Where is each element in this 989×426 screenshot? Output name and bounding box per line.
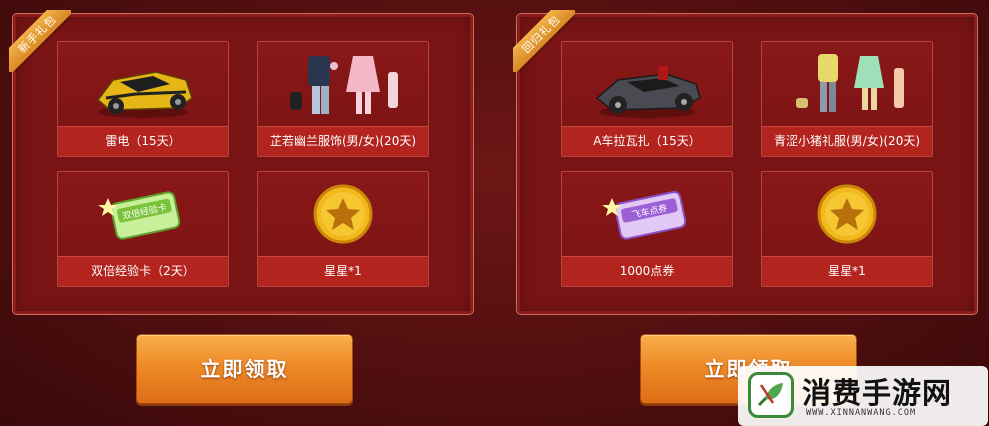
gold-star-coin-icon <box>817 184 877 244</box>
reward-card-leidian[interactable]: 雷电（15天） <box>57 41 229 157</box>
reward-card-outfit[interactable]: 芷若幽兰服饰(男/女)(20天) <box>257 41 429 157</box>
reward-label: 芷若幽兰服饰(男/女)(20天) <box>258 126 428 156</box>
reward-card-star[interactable]: 星星*1 <box>761 171 933 287</box>
yellow-race-car-icon <box>96 71 193 118</box>
reward-card-coupon[interactable]: 飞车点券 1000点券 <box>561 171 733 287</box>
black-race-car-icon <box>595 66 701 118</box>
double-exp-card-icon: 双倍经验卡 <box>98 191 181 240</box>
watermark-url: WWW.XINNANWANG.COM <box>806 408 917 418</box>
reward-label: 星星*1 <box>258 256 428 286</box>
pig-outfit-set-icon <box>796 54 904 112</box>
reward-label: 青涩小猪礼服(男/女)(20天) <box>762 126 932 156</box>
gold-star-coin-icon <box>313 184 373 244</box>
reward-label: A车拉瓦扎（15天） <box>562 126 732 156</box>
reward-card-pig-outfit[interactable]: 青涩小猪礼服(男/女)(20天) <box>761 41 933 157</box>
reward-label: 双倍经验卡（2天） <box>58 256 228 286</box>
site-watermark: 消费手游网 WWW.XINNANWANG.COM <box>738 366 988 426</box>
claim-newbie-button[interactable]: 立即领取 <box>136 334 353 404</box>
leaf-logo-icon <box>748 372 794 418</box>
return-gift-panel: 回归礼包 A车拉瓦扎（15天） 青涩小猪礼服(男/女)(20天) 飞车点券 10… <box>513 10 978 315</box>
watermark-brand: 消费手游网 <box>802 376 953 410</box>
coupon-card-icon: 飞车点券 <box>602 190 687 240</box>
outfit-set-icon <box>290 56 398 114</box>
reward-card-double-exp[interactable]: 双倍经验卡 双倍经验卡（2天） <box>57 171 229 287</box>
reward-label: 雷电（15天） <box>58 126 228 156</box>
reward-card-star[interactable]: 星星*1 <box>257 171 429 287</box>
newbie-gift-panel: 新手礼包 雷电（15天） 芷若幽兰服饰(男/女)(20天) 双倍经验卡 双倍经验… <box>9 10 474 315</box>
reward-card-lavazza[interactable]: A车拉瓦扎（15天） <box>561 41 733 157</box>
reward-label: 星星*1 <box>762 256 932 286</box>
reward-label: 1000点券 <box>562 256 732 286</box>
